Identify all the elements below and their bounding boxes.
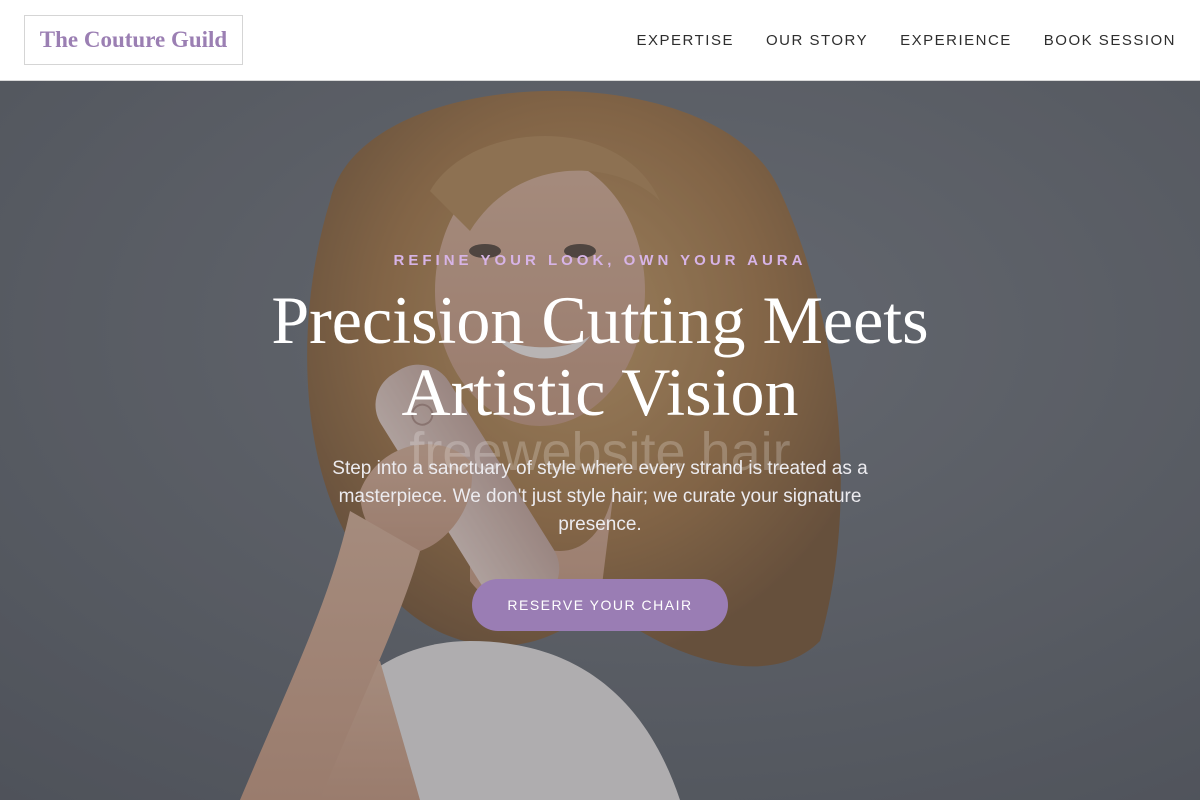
main-nav: EXPERTISE OUR STORY EXPERIENCE BOOK SESS… bbox=[637, 0, 1176, 80]
hero-eyebrow: REFINE YOUR LOOK, OWN YOUR AURA bbox=[393, 252, 807, 269]
hero-subtext: Step into a sanctuary of style where eve… bbox=[332, 458, 868, 535]
site-header: The Couture Guild EXPERTISE OUR STORY EX… bbox=[0, 0, 1200, 81]
hero-headline-line-2: Artistic Vision bbox=[401, 354, 799, 430]
reserve-chair-button[interactable]: RESERVE YOUR CHAIR bbox=[472, 579, 728, 631]
nav-link-book-session[interactable]: BOOK SESSION bbox=[1044, 32, 1176, 49]
logo[interactable]: The Couture Guild bbox=[24, 15, 243, 65]
nav-link-our-story[interactable]: OUR STORY bbox=[766, 32, 868, 49]
hero-headline-line-1: Precision Cutting Meets bbox=[271, 282, 929, 358]
nav-link-expertise[interactable]: EXPERTISE bbox=[637, 32, 734, 49]
hero-section: freewebsite hair REFINE YOUR LOOK, OWN Y… bbox=[0, 81, 1200, 800]
nav-link-experience[interactable]: EXPERIENCE bbox=[900, 32, 1012, 49]
logo-text: The Couture Guild bbox=[39, 27, 228, 52]
hero-headline: Precision Cutting Meets Artistic Vision bbox=[200, 284, 1000, 428]
